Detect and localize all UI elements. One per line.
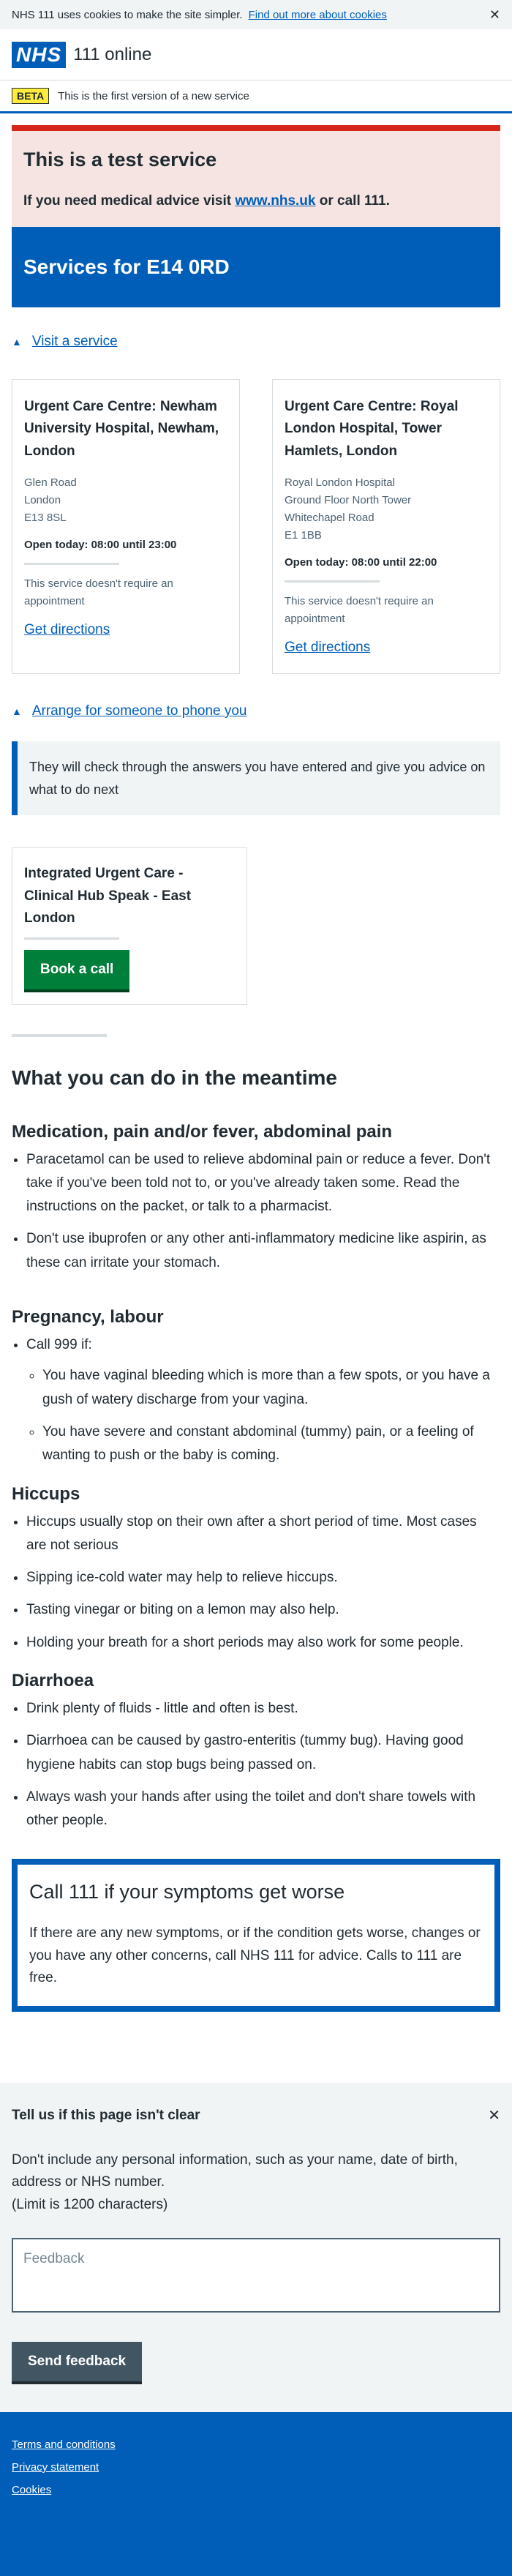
list-item: Diarrhoea can be caused by gastro-enteri…	[26, 1729, 500, 1777]
feedback-limit: (Limit is 1200 characters)	[12, 2196, 168, 2212]
service-address: Royal London Hospital Ground Floor North…	[285, 474, 488, 544]
advice-list: Call 999 if: You have vaginal bleeding w…	[26, 1333, 500, 1467]
list-item: Sipping ice-cold water may help to relie…	[26, 1566, 500, 1590]
address-line: E13 8SL	[24, 512, 67, 525]
service-cards: Urgent Care Centre: Newham University Ho…	[12, 379, 500, 675]
close-icon[interactable]: ✕	[489, 7, 500, 23]
feedback-panel: Tell us if this page isn't clear ✕ Don't…	[0, 2083, 512, 2412]
advice-list: Drink plenty of fluids - little and ofte…	[26, 1697, 500, 1832]
callout-text: If there are any new symptoms, or if the…	[29, 1925, 481, 1986]
list-item: You have vaginal bleeding which is more …	[42, 1364, 500, 1412]
list-item: You have severe and constant abdominal (…	[42, 1420, 500, 1468]
test-service-text-before: If you need medical advice visit	[23, 193, 232, 209]
divider	[24, 937, 119, 940]
test-service-text-after: or call 111.	[319, 193, 390, 209]
cookie-more-link[interactable]: Find out more about cookies	[249, 9, 387, 21]
divider	[285, 580, 380, 583]
section-heading: Hiccups	[12, 1483, 80, 1504]
phone-inset-text: They will check through the answers you …	[12, 741, 500, 816]
list-item: Paracetamol can be used to relieve abdom…	[26, 1148, 500, 1219]
list-item: Hiccups usually stop on their own after …	[26, 1510, 500, 1558]
list-item: Holding your breath for a short periods …	[26, 1631, 500, 1655]
arrange-phone-link[interactable]: Arrange for someone to phone you	[32, 703, 247, 719]
feedback-header: Tell us if this page isn't clear ✕	[12, 2106, 500, 2124]
service-card: Urgent Care Centre: Royal London Hospita…	[272, 379, 500, 675]
book-call-button[interactable]: Book a call	[24, 949, 130, 989]
callout-title: Call 111 if your symptoms get worse	[29, 1881, 345, 1903]
opening-times: Open today: 08:00 until 22:00	[285, 556, 437, 569]
address-line: Royal London Hospital	[285, 476, 395, 490]
address-line: London	[24, 494, 61, 507]
section-divider	[12, 1033, 107, 1037]
service-address: Glen Road London E13 8SL	[24, 474, 227, 527]
appointment-note: This service doesn't require an appointm…	[285, 595, 434, 626]
close-icon[interactable]: ✕	[488, 2106, 500, 2124]
test-service-text: If you need medical advice visit www.nhs…	[23, 193, 489, 209]
privacy-link[interactable]: Privacy statement	[12, 2461, 500, 2474]
cookies-link[interactable]: Cookies	[12, 2484, 500, 2496]
list-item: Don't use ibuprofen or any other anti-in…	[26, 1227, 500, 1275]
service-card: Urgent Care Centre: Newham University Ho…	[12, 379, 240, 675]
list-item: Call 999 if: You have vaginal bleeding w…	[26, 1333, 500, 1467]
beta-text: This is the first version of a new servi…	[58, 89, 249, 102]
feedback-instructions: Don't include any personal information, …	[12, 2149, 500, 2216]
list-item: Tasting vinegar or biting on a lemon may…	[26, 1598, 500, 1622]
appointment-note: This service doesn't require an appointm…	[24, 577, 173, 608]
feedback-title: Tell us if this page isn't clear	[12, 2107, 200, 2123]
service-name: 111 online	[73, 44, 152, 64]
cookie-text: NHS 111 uses cookies to make the site si…	[12, 8, 243, 21]
cookie-banner: NHS 111 uses cookies to make the site si…	[0, 0, 512, 29]
visit-service-toggle[interactable]: ▲ Visit a service	[12, 334, 500, 350]
beta-tag: BETA	[12, 88, 50, 104]
test-service-warning: This is a test service If you need medic…	[12, 125, 500, 227]
address-line: Glen Road	[24, 476, 77, 490]
get-directions-link[interactable]: Get directions	[24, 622, 110, 637]
nhs-uk-link[interactable]: www.nhs.uk	[235, 193, 315, 209]
address-line: Ground Floor North Tower	[285, 494, 412, 507]
terms-link[interactable]: Terms and conditions	[12, 2438, 500, 2451]
list-item: Always wash your hands after using the t…	[26, 1786, 500, 1833]
sub-list: You have vaginal bleeding which is more …	[42, 1364, 500, 1467]
address-line: E1 1BB	[285, 529, 322, 542]
worse-symptoms-callout: Call 111 if your symptoms get worse If t…	[12, 1859, 500, 2012]
list-item: Drink plenty of fluids - little and ofte…	[26, 1697, 500, 1721]
site-header: NHS 111 online	[0, 29, 512, 80]
service-name: Urgent Care Centre: Royal London Hospita…	[285, 399, 459, 459]
section-heading: Diarrhoea	[12, 1670, 94, 1690]
triangle-up-icon: ▲	[12, 336, 22, 348]
triangle-up-icon: ▲	[12, 705, 22, 718]
test-service-title: This is a test service	[23, 149, 217, 171]
opening-times: Open today: 08:00 until 23:00	[24, 539, 177, 552]
advice-list: Paracetamol can be used to relieve abdom…	[26, 1148, 500, 1275]
address-line: Whitechapel Road	[285, 512, 374, 525]
feedback-input[interactable]: Feedback	[12, 2238, 500, 2313]
send-feedback-button[interactable]: Send feedback	[12, 2342, 143, 2382]
callback-card: Integrated Urgent Care - Clinical Hub Sp…	[12, 847, 247, 1005]
beta-banner: BETA This is the first version of a new …	[0, 80, 512, 113]
services-title: Services for E14 0RD	[12, 227, 500, 307]
meantime-title: What you can do in the meantime	[12, 1066, 337, 1089]
get-directions-link[interactable]: Get directions	[285, 640, 370, 655]
nhs-logo[interactable]: NHS	[12, 41, 67, 68]
list-lead: Call 999 if:	[26, 1337, 92, 1353]
service-name: Urgent Care Centre: Newham University Ho…	[24, 399, 219, 459]
advice-list: Hiccups usually stop on their own after …	[26, 1510, 500, 1655]
section-heading: Medication, pain and/or fever, abdominal…	[12, 1121, 393, 1142]
callback-service-name: Integrated Urgent Care - Clinical Hub Sp…	[24, 866, 192, 926]
divider	[24, 563, 119, 566]
section-heading: Pregnancy, labour	[12, 1307, 164, 1328]
cookie-message: NHS 111 uses cookies to make the site si…	[12, 9, 387, 21]
site-footer: Terms and conditions Privacy statement C…	[0, 2412, 512, 2576]
phone-toggle[interactable]: ▲ Arrange for someone to phone you	[12, 703, 500, 719]
feedback-warning: Don't include any personal information, …	[12, 2152, 458, 2190]
visit-service-link[interactable]: Visit a service	[32, 334, 118, 350]
